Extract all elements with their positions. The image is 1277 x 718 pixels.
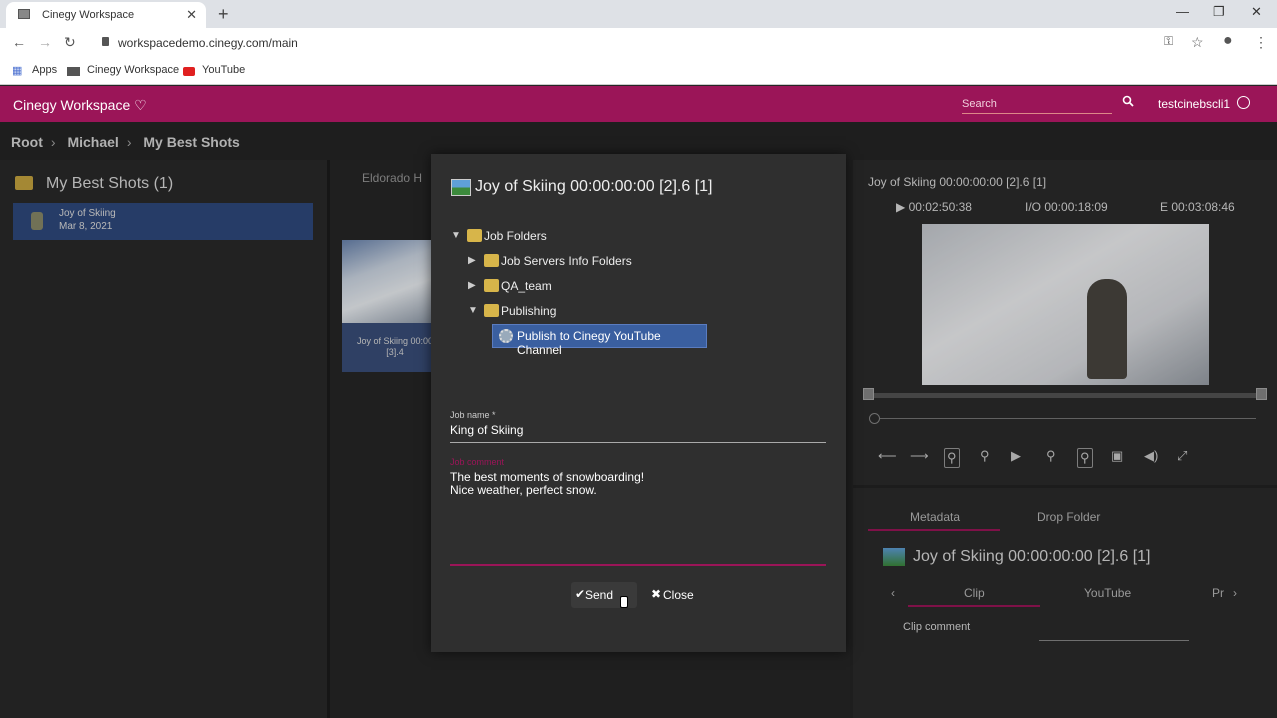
close-x-icon: ✖ <box>651 587 662 601</box>
close-button[interactable]: ✖ Close <box>647 582 707 608</box>
job-name-label: Job name * <box>450 410 496 420</box>
back-icon[interactable]: ← <box>12 34 26 50</box>
workspace-bookmark-icon <box>67 67 80 76</box>
job-comment-underline <box>450 564 826 566</box>
menu-icon[interactable]: ⋮ <box>1254 34 1268 51</box>
bookmark-apps[interactable]: Apps <box>32 64 57 76</box>
close-label: Close <box>663 588 694 602</box>
collapse-arrow-icon[interactable]: ▶ <box>468 280 476 291</box>
url-text: workspacedemo.cinegy.com/main <box>118 36 298 50</box>
job-comment-label: Job comment <box>450 457 505 467</box>
tree-job-servers[interactable]: Job Servers Info Folders <box>501 254 632 268</box>
check-icon: ✔ <box>575 587 586 601</box>
reload-icon[interactable]: ↻ <box>64 34 76 51</box>
bookmarks-bar: ▦ Apps Cinegy Workspace YouTube <box>0 58 1277 85</box>
job-comment-line2: Nice weather, perfect snow. <box>450 483 597 497</box>
expand-arrow-icon[interactable]: ▼ <box>468 305 478 316</box>
url-field[interactable]: workspacedemo.cinegy.com/main <box>92 31 1172 55</box>
new-tab-icon[interactable]: + <box>218 4 229 25</box>
search-input[interactable] <box>962 95 1112 113</box>
gear-icon <box>499 329 513 343</box>
tab-close-icon[interactable]: ✕ <box>186 7 197 23</box>
folder-icon <box>467 229 482 242</box>
clip-image-icon <box>451 179 471 196</box>
tree-publishing[interactable]: Publishing <box>501 304 556 318</box>
youtube-icon <box>183 67 195 76</box>
minimize-icon[interactable]: — <box>1176 4 1189 19</box>
browser-tabbar: Cinegy Workspace ✕ + — ❐ ✕ <box>0 0 1277 28</box>
address-bar: ← → ↻ workspacedemo.cinegy.com/main ⚿ ☆ … <box>0 28 1277 58</box>
app-header: Cinegy Workspace ♡ testcinebscli1 <box>0 86 1277 122</box>
restore-icon[interactable]: ❐ <box>1213 4 1225 20</box>
tree-job-folders[interactable]: Job Folders <box>484 229 547 243</box>
browser-tab[interactable]: Cinegy Workspace ✕ <box>6 2 206 28</box>
dialog-title: Joy of Skiing 00:00:00:00 [2].6 [1] <box>475 178 713 195</box>
search-box <box>962 94 1112 114</box>
expand-arrow-icon[interactable]: ▼ <box>451 230 461 241</box>
key-icon[interactable]: ⚿ <box>1164 34 1173 49</box>
window-close-icon[interactable]: ✕ <box>1251 4 1262 20</box>
folder-icon <box>484 279 499 292</box>
lock-icon <box>102 37 109 46</box>
forward-icon[interactable]: → <box>38 34 52 50</box>
profile-icon[interactable]: ● <box>1223 32 1233 50</box>
folder-icon <box>484 304 499 317</box>
apps-grid-icon: ▦ <box>12 65 23 77</box>
user-name[interactable]: testcinebscli1 <box>1158 97 1230 111</box>
job-name-input[interactable]: King of Skiing <box>450 423 826 443</box>
job-comment-textarea[interactable]: The best moments of snowboarding! Nice w… <box>450 471 826 563</box>
mouse-cursor-icon <box>620 596 628 608</box>
tab-title: Cinegy Workspace <box>42 9 135 21</box>
publish-item-label: Publish to Cinegy YouTube Channel <box>517 329 661 357</box>
search-icon[interactable] <box>1122 95 1134 107</box>
bookmark-cinegy[interactable]: Cinegy Workspace <box>87 64 179 76</box>
star-icon[interactable]: ☆ <box>1191 34 1204 51</box>
tab-favicon-icon <box>18 9 30 19</box>
collapse-arrow-icon[interactable]: ▶ <box>468 255 476 266</box>
tree-qa-team[interactable]: QA_team <box>501 279 552 293</box>
app-title[interactable]: Cinegy Workspace ♡ <box>13 97 147 114</box>
tree-publish-youtube[interactable]: Publish to Cinegy YouTube Channel <box>492 324 707 357</box>
info-folder-icon <box>484 254 499 267</box>
user-icon[interactable] <box>1237 96 1250 109</box>
send-label: Send <box>585 588 614 602</box>
publish-dialog: Joy of Skiing 00:00:00:00 [2].6 [1] ▼ Jo… <box>431 154 846 652</box>
bookmark-youtube[interactable]: YouTube <box>202 64 245 76</box>
